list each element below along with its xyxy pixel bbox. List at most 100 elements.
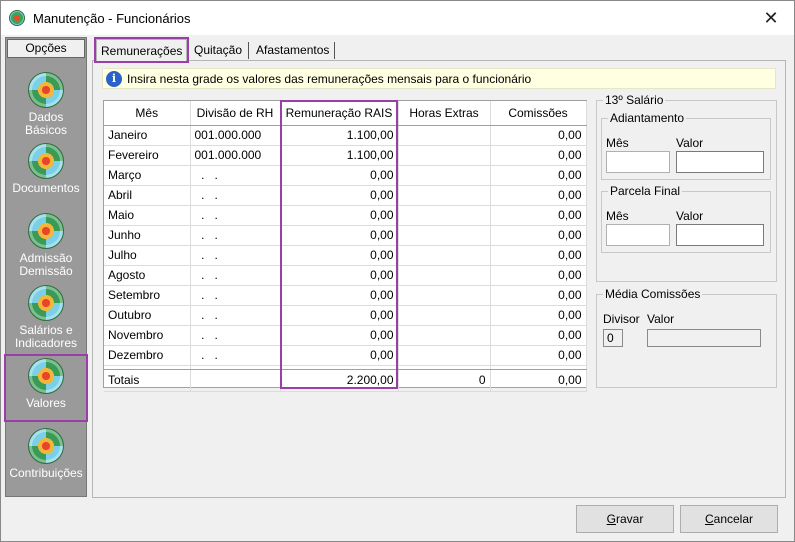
- cell-comissoes[interactable]: 0,00: [490, 125, 587, 146]
- column-header-divisao[interactable]: Divisão de RH: [190, 101, 281, 126]
- table-row[interactable]: Fevereiro 001.000.000 1.100,00 0,00: [104, 145, 587, 166]
- sidebar-item-label: Básicos: [24, 123, 68, 137]
- column-header-comissoes[interactable]: Comissões: [490, 101, 587, 126]
- table-row[interactable]: Março . . 0,00 0,00: [104, 165, 587, 186]
- parcela-final-valor-field[interactable]: [676, 224, 764, 246]
- cell-horas-extras[interactable]: [398, 345, 491, 366]
- table-row[interactable]: Setembro . . 0,00 0,00: [104, 285, 587, 306]
- cell-rais[interactable]: 0,00: [280, 345, 399, 366]
- cell-horas-extras[interactable]: [398, 325, 491, 346]
- cell-horas-extras[interactable]: [398, 145, 491, 166]
- column-header-rais[interactable]: Remuneração RAIS: [280, 101, 399, 126]
- cell-mes[interactable]: Fevereiro: [104, 145, 191, 166]
- table-row[interactable]: Outubro . . 0,00 0,00: [104, 305, 587, 326]
- cell-rais[interactable]: 0,00: [280, 245, 399, 266]
- cell-rais[interactable]: 0,00: [280, 325, 399, 346]
- table-row[interactable]: Agosto . . 0,00 0,00: [104, 265, 587, 286]
- cell-divisao[interactable]: . .: [190, 325, 281, 346]
- adiantamento-valor-field[interactable]: [676, 151, 764, 173]
- cell-mes[interactable]: Novembro: [104, 325, 191, 346]
- cell-divisao[interactable]: . .: [190, 225, 281, 246]
- cell-rais[interactable]: 0,00: [280, 305, 399, 326]
- tab-quitacao[interactable]: Quitação: [190, 39, 246, 61]
- cell-divisao[interactable]: 001.000.000: [190, 145, 281, 166]
- cell-mes[interactable]: Dezembro: [104, 345, 191, 366]
- cell-comissoes[interactable]: 0,00: [490, 185, 587, 206]
- cell-comissoes[interactable]: 0,00: [490, 205, 587, 226]
- close-button[interactable]: ✕: [748, 1, 794, 35]
- cell-horas-extras[interactable]: [398, 165, 491, 186]
- adiantamento-title: Adiantamento: [608, 111, 687, 125]
- table-row[interactable]: Novembro . . 0,00 0,00: [104, 325, 587, 346]
- cell-horas-extras[interactable]: [398, 265, 491, 286]
- app-logo-icon: [9, 10, 25, 26]
- cell-divisao[interactable]: . .: [190, 185, 281, 206]
- sidebar-item-documentos[interactable]: Documentos: [6, 143, 86, 195]
- parcela-final-valor-label: Valor: [676, 209, 704, 223]
- cell-rais[interactable]: 1.100,00: [280, 125, 399, 146]
- cell-rais[interactable]: 1.100,00: [280, 145, 399, 166]
- cell-horas-extras[interactable]: [398, 285, 491, 306]
- adiantamento-mes-field[interactable]: [606, 151, 670, 173]
- column-header-mes[interactable]: Mês: [104, 101, 191, 126]
- cell-comissoes[interactable]: 0,00: [490, 145, 587, 166]
- cell-mes[interactable]: Setembro: [104, 285, 191, 306]
- cell-mes[interactable]: Agosto: [104, 265, 191, 286]
- sidebar-item-dados-basicos[interactable]: Dados Básicos: [6, 72, 86, 137]
- cell-divisao[interactable]: . .: [190, 285, 281, 306]
- cell-divisao[interactable]: . .: [190, 205, 281, 226]
- cell-comissoes[interactable]: 0,00: [490, 325, 587, 346]
- cell-rais[interactable]: 0,00: [280, 285, 399, 306]
- cell-mes[interactable]: Janeiro: [104, 125, 191, 146]
- sidebar-item-salarios-indicadores[interactable]: Salários e Indicadores: [6, 285, 86, 350]
- cell-horas-extras[interactable]: [398, 125, 491, 146]
- cell-mes[interactable]: Outubro: [104, 305, 191, 326]
- cell-divisao[interactable]: . .: [190, 245, 281, 266]
- cell-divisao[interactable]: 001.000.000: [190, 125, 281, 146]
- cell-comissoes[interactable]: 0,00: [490, 285, 587, 306]
- cell-divisao[interactable]: . .: [190, 345, 281, 366]
- cell-rais[interactable]: 0,00: [280, 185, 399, 206]
- sidebar-item-admissao-demissao[interactable]: Admissão Demissão: [6, 213, 86, 278]
- table-row[interactable]: Maio . . 0,00 0,00: [104, 205, 587, 226]
- cell-comissoes[interactable]: 0,00: [490, 165, 587, 186]
- cell-horas-extras[interactable]: [398, 305, 491, 326]
- sidebar-item-valores[interactable]: Valores: [4, 354, 88, 422]
- sidebar-item-contribuicoes[interactable]: Contribuições: [6, 428, 86, 480]
- tab-remuneracoes[interactable]: Remunerações: [93, 37, 190, 63]
- cell-mes[interactable]: Junho: [104, 225, 191, 246]
- cell-divisao[interactable]: . .: [190, 165, 281, 186]
- cell-comissoes[interactable]: 0,00: [490, 265, 587, 286]
- table-row[interactable]: Junho . . 0,00 0,00: [104, 225, 587, 246]
- table-row[interactable]: Janeiro 001.000.000 1.100,00 0,00: [104, 125, 587, 146]
- cell-mes[interactable]: Maio: [104, 205, 191, 226]
- sidebar-item-label: Valores: [26, 396, 66, 410]
- remuneracoes-grid[interactable]: Mês Divisão de RH Remuneração RAIS Horas…: [103, 100, 587, 392]
- cell-rais[interactable]: 0,00: [280, 205, 399, 226]
- cell-horas-extras[interactable]: [398, 205, 491, 226]
- media-comissoes-title: Média Comissões: [603, 287, 703, 301]
- cell-mes[interactable]: Julho: [104, 245, 191, 266]
- column-header-horas-extras[interactable]: Horas Extras: [398, 101, 491, 126]
- cell-horas-extras[interactable]: [398, 185, 491, 206]
- cell-horas-extras[interactable]: [398, 225, 491, 246]
- cell-rais[interactable]: 0,00: [280, 225, 399, 246]
- table-row[interactable]: Abril . . 0,00 0,00: [104, 185, 587, 206]
- cell-mes[interactable]: Abril: [104, 185, 191, 206]
- table-row[interactable]: Julho . . 0,00 0,00: [104, 245, 587, 266]
- cell-comissoes[interactable]: 0,00: [490, 345, 587, 366]
- cell-divisao[interactable]: . .: [190, 265, 281, 286]
- table-row[interactable]: Dezembro . . 0,00 0,00: [104, 345, 587, 366]
- cell-comissoes[interactable]: 0,00: [490, 225, 587, 246]
- tab-afastamentos[interactable]: Afastamentos: [252, 39, 333, 61]
- parcela-final-mes-field[interactable]: [606, 224, 670, 246]
- cell-comissoes[interactable]: 0,00: [490, 245, 587, 266]
- gravar-button[interactable]: Gravar: [576, 505, 674, 533]
- cancelar-button[interactable]: Cancelar: [680, 505, 778, 533]
- cell-rais[interactable]: 0,00: [280, 165, 399, 186]
- cell-mes[interactable]: Março: [104, 165, 191, 186]
- cell-comissoes[interactable]: 0,00: [490, 305, 587, 326]
- cell-divisao[interactable]: . .: [190, 305, 281, 326]
- cell-horas-extras[interactable]: [398, 245, 491, 266]
- cell-rais[interactable]: 0,00: [280, 265, 399, 286]
